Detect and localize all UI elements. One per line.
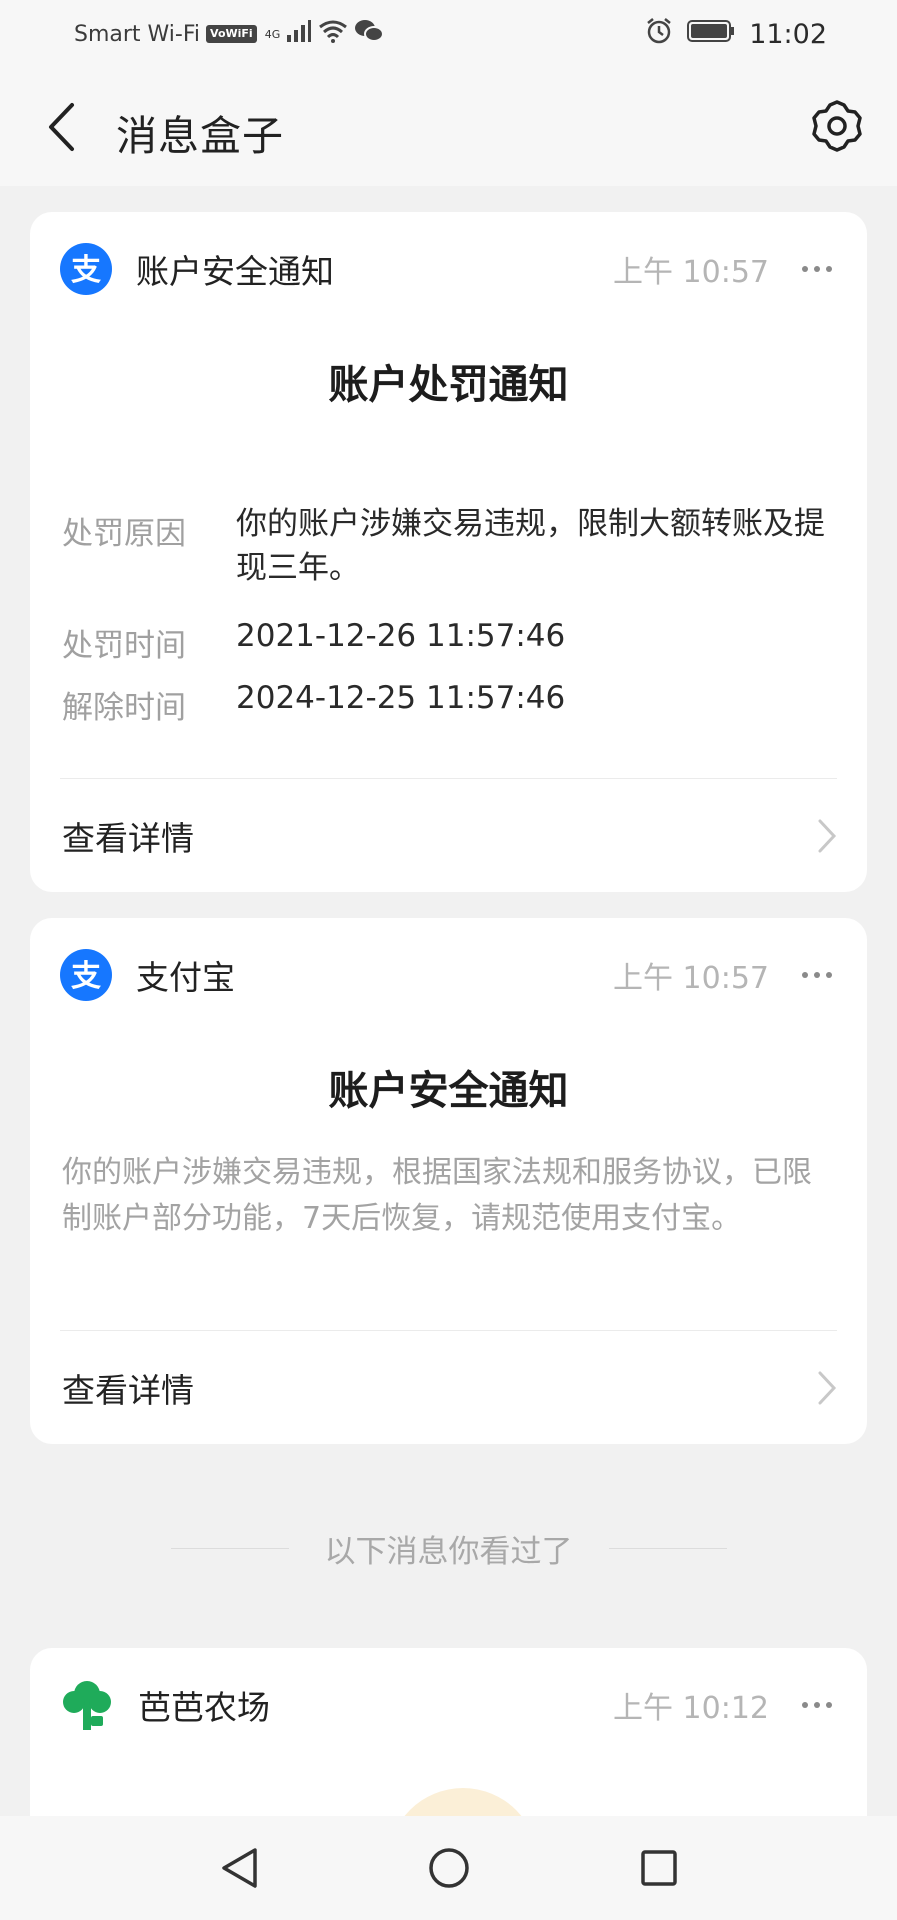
more-icon (802, 1702, 832, 1708)
info-row: 处罚原因 你的账户涉嫌交易违规，限制大额转账及提现三年。 (62, 506, 837, 590)
row-label: 处罚时间 (62, 628, 186, 664)
chevron-right-icon (818, 1371, 837, 1405)
notification-card: 支 账户安全通知 上午 10:57 账户处罚通知 处罚原因 你的账户涉嫌交易违规… (30, 212, 867, 892)
status-bar: Smart Wi-Fi VoWiFi 4G 11:02 (0, 0, 897, 68)
more-button[interactable] (797, 1685, 837, 1725)
row-value: 2021-12-26 11:57:46 (236, 618, 566, 654)
alipay-icon: 支 (60, 243, 112, 295)
more-icon (802, 972, 832, 978)
network-type: 4G (264, 27, 281, 41)
triangle-back-icon (221, 1848, 257, 1888)
view-details-link[interactable]: 查看详情 (62, 806, 837, 866)
card-time: 上午 10:12 (613, 1691, 769, 1726)
navigation-bar (0, 1816, 897, 1920)
app-name: 支付宝 (136, 958, 235, 997)
divider (60, 778, 837, 779)
wifi-icon (318, 19, 348, 49)
card-time: 上午 10:57 (613, 961, 769, 996)
nav-back-button[interactable] (209, 1838, 269, 1898)
card-header: 支 支付宝 上午 10:57 (60, 946, 837, 1004)
card-body: 你的账户涉嫌交易违规，根据国家法规和服务协议，已限制账户部分功能，7天后恢复，请… (62, 1155, 812, 1236)
alipay-icon: 支 (60, 949, 112, 1001)
wechat-icon (354, 18, 385, 50)
signal-icon (286, 19, 312, 49)
battery-icon (687, 19, 735, 49)
view-details-link[interactable]: 查看详情 (62, 1358, 837, 1418)
row-value: 你的账户涉嫌交易违规，限制大额转账及提现三年。 (236, 506, 825, 586)
circle-home-icon (428, 1848, 469, 1888)
alarm-icon (645, 17, 673, 51)
card-header: 芭芭农场 上午 10:12 (60, 1676, 837, 1734)
page-title: 消息盒子 (116, 112, 284, 160)
carrier-label: Smart Wi-Fi (74, 21, 201, 47)
card-title: 账户处罚通知 (328, 362, 569, 408)
more-button[interactable] (797, 955, 837, 995)
row-label: 处罚原因 (62, 516, 186, 552)
seen-separator: 以下消息你看过了 (0, 1528, 897, 1570)
nav-home-button[interactable] (419, 1838, 479, 1898)
divider (170, 1547, 289, 1549)
settings-button[interactable] (807, 96, 867, 156)
tree-icon (60, 1678, 114, 1732)
page-header: 消息盒子 (0, 68, 897, 186)
app-name: 芭芭农场 (138, 1688, 270, 1727)
more-icon (802, 266, 832, 272)
divider (608, 1547, 727, 1549)
view-details-label: 查看详情 (62, 1371, 194, 1410)
chevron-right-icon (818, 819, 837, 853)
more-button[interactable] (797, 249, 837, 289)
volte-badge: VoWiFi (206, 25, 257, 43)
svg-text:支: 支 (71, 253, 101, 287)
nav-recents-button[interactable] (629, 1838, 689, 1898)
seen-separator-label: 以下消息你看过了 (324, 1533, 573, 1570)
notification-card: 支 支付宝 上午 10:57 账户安全通知 你的账户涉嫌交易违规，根据国家法规和… (30, 918, 867, 1444)
back-button[interactable] (38, 98, 84, 156)
card-title: 账户安全通知 (328, 1068, 569, 1114)
divider (60, 1330, 837, 1331)
svg-text:支: 支 (71, 959, 101, 993)
chevron-left-icon (49, 103, 74, 151)
app-name: 账户安全通知 (136, 252, 334, 291)
square-recents-icon (640, 1850, 677, 1886)
info-row: 解除时间 2024-12-25 11:57:46 (62, 680, 837, 727)
view-details-label: 查看详情 (62, 819, 194, 858)
row-label: 解除时间 (62, 690, 186, 726)
info-row: 处罚时间 2021-12-26 11:57:46 (62, 618, 837, 665)
card-header: 支 账户安全通知 上午 10:57 (60, 240, 837, 298)
card-time: 上午 10:57 (613, 255, 769, 290)
row-value: 2024-12-25 11:57:46 (236, 680, 566, 716)
clock-time: 11:02 (749, 18, 827, 50)
gear-icon (812, 100, 862, 152)
